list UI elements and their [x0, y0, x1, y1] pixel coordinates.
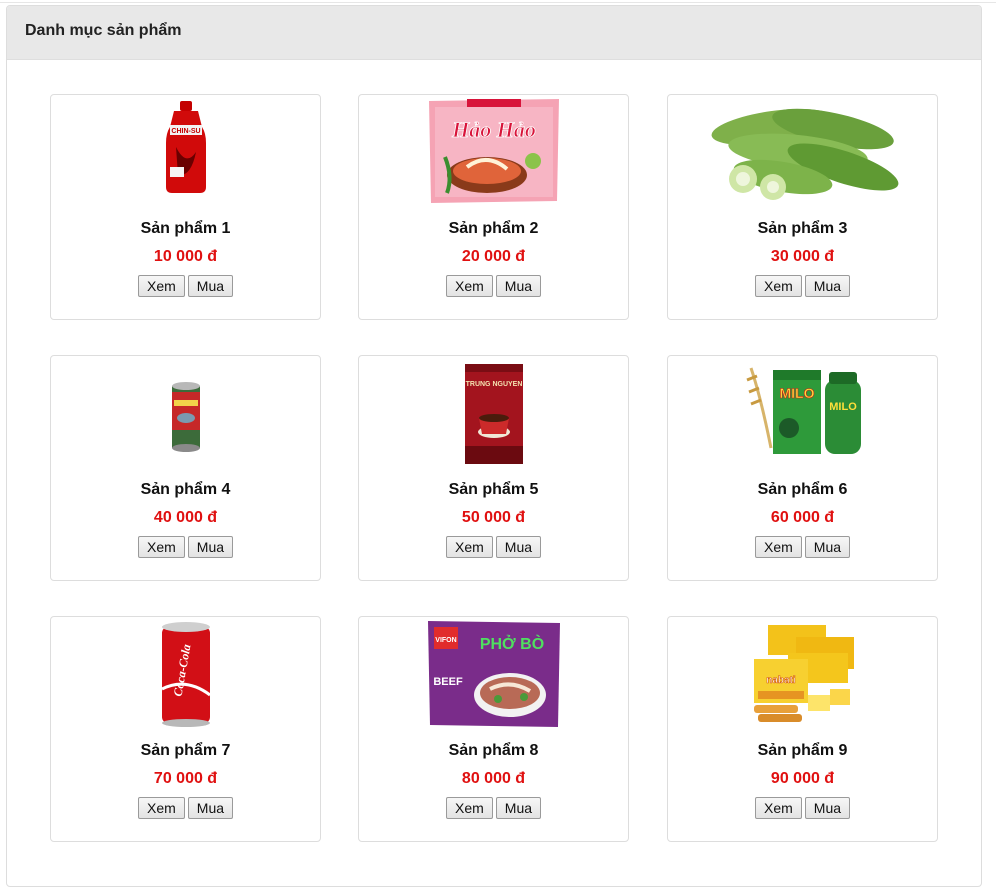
- svg-text:MILO: MILO: [779, 385, 814, 401]
- product-card: nabati Sản phẩm 9 90 000 đ Xem Mua: [667, 616, 938, 842]
- product-name: Sản phẩm 8: [448, 742, 539, 759]
- buy-button[interactable]: Mua: [495, 536, 542, 558]
- product-price: 80 000 đ: [461, 770, 526, 787]
- product-price: 50 000 đ: [461, 509, 526, 526]
- product-price: 70 000 đ: [153, 770, 218, 787]
- product-image-coffee-box: TRUNG NGUYEN: [359, 358, 628, 470]
- view-button[interactable]: Xem: [754, 797, 802, 819]
- product-card: Coca-Cola Sản phẩm 7 70 000 đ Xem Mua: [50, 616, 321, 842]
- product-image-chili-sauce: CHIN-SU: [51, 97, 320, 209]
- product-card: Hảo Hảo Sản phẩm 2 20 000 đ Xem Mua: [358, 94, 629, 320]
- view-button[interactable]: Xem: [137, 536, 185, 558]
- product-name: Sản phẩm 6: [757, 481, 848, 498]
- buy-button[interactable]: Mua: [495, 797, 542, 819]
- product-name: Sản phẩm 2: [448, 220, 539, 237]
- product-card: CHIN-SU Sản phẩm 1 10 000 đ Xem Mua: [50, 94, 321, 320]
- product-grid: CHIN-SU Sản phẩm 1 10 000 đ Xem Mua Hảo H…: [7, 6, 981, 886]
- buy-button[interactable]: Mua: [187, 275, 234, 297]
- product-price: 30 000 đ: [770, 248, 835, 265]
- view-button[interactable]: Xem: [754, 536, 802, 558]
- buy-button[interactable]: Mua: [804, 536, 851, 558]
- svg-text:VIFON: VIFON: [435, 637, 456, 644]
- view-button[interactable]: Xem: [445, 275, 493, 297]
- product-image-canned-fish: [51, 358, 320, 470]
- product-name: Sản phẩm 1: [140, 220, 231, 237]
- product-image-pho-noodle: VIFON PHỞ BÒ BEEF: [359, 619, 628, 731]
- svg-text:Hảo Hảo: Hảo Hảo: [451, 117, 536, 142]
- view-button[interactable]: Xem: [445, 536, 493, 558]
- view-button[interactable]: Xem: [137, 797, 185, 819]
- product-price: 90 000 đ: [770, 770, 835, 787]
- svg-text:MILO: MILO: [829, 401, 857, 413]
- product-name: Sản phẩm 7: [140, 742, 231, 759]
- svg-text:TRUNG NGUYEN: TRUNG NGUYEN: [465, 381, 522, 388]
- product-price: 10 000 đ: [153, 248, 218, 265]
- product-image-bitter-melon: [668, 97, 937, 209]
- svg-text:CHIN-SU: CHIN-SU: [171, 128, 200, 135]
- product-price: 20 000 đ: [461, 248, 526, 265]
- product-name: Sản phẩm 3: [757, 220, 848, 237]
- buy-button[interactable]: Mua: [187, 536, 234, 558]
- svg-text:PHỞ BÒ: PHỞ BÒ: [479, 634, 543, 653]
- product-catalog-panel: Danh mục sản phẩm CHIN-SU Sản phẩm 1 10 …: [6, 5, 982, 887]
- view-button[interactable]: Xem: [754, 275, 802, 297]
- product-card: VIFON PHỞ BÒ BEEF Sản phẩm 8 80 000 đ Xe…: [358, 616, 629, 842]
- buy-button[interactable]: Mua: [804, 797, 851, 819]
- product-card: MILO MILO Sản phẩm 6 60 000 đ Xem Mua: [667, 355, 938, 581]
- top-divider: [0, 2, 996, 3]
- product-price: 40 000 đ: [153, 509, 218, 526]
- view-button[interactable]: Xem: [445, 797, 493, 819]
- product-name: Sản phẩm 9: [757, 742, 848, 759]
- buy-button[interactable]: Mua: [804, 275, 851, 297]
- product-card: TRUNG NGUYEN Sản phẩm 5 50 000 đ Xem Mua: [358, 355, 629, 581]
- product-image-milo: MILO MILO: [668, 358, 937, 470]
- buy-button[interactable]: Mua: [187, 797, 234, 819]
- buy-button[interactable]: Mua: [495, 275, 542, 297]
- product-card: Sản phẩm 4 40 000 đ Xem Mua: [50, 355, 321, 581]
- product-image-soda-can: Coca-Cola: [51, 619, 320, 731]
- product-price: 60 000 đ: [770, 509, 835, 526]
- svg-text:nabati: nabati: [766, 675, 796, 686]
- product-image-wafer-boxes: nabati: [668, 619, 937, 731]
- product-name: Sản phẩm 5: [448, 481, 539, 498]
- product-name: Sản phẩm 4: [140, 481, 231, 498]
- svg-text:BEEF: BEEF: [433, 676, 463, 688]
- product-image-instant-noodle: Hảo Hảo: [359, 97, 628, 209]
- view-button[interactable]: Xem: [137, 275, 185, 297]
- product-card: Sản phẩm 3 30 000 đ Xem Mua: [667, 94, 938, 320]
